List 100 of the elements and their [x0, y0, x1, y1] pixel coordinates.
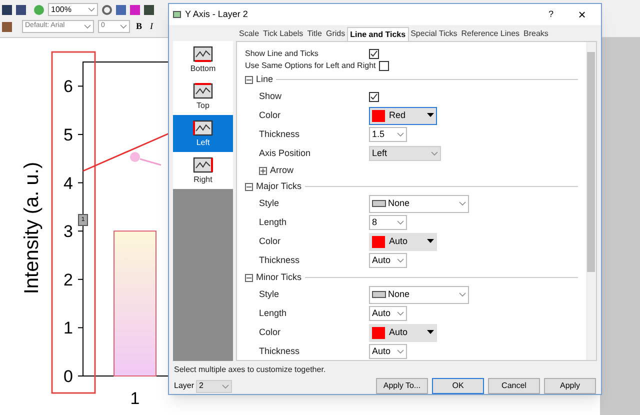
- y-tick-label: 3: [64, 222, 73, 242]
- combo-box[interactable]: Auto: [369, 344, 407, 359]
- field-label: Style: [259, 288, 280, 301]
- tab[interactable]: Title: [305, 27, 324, 41]
- caret-icon: [427, 330, 434, 335]
- axis-list-item[interactable]: Bottom: [173, 41, 233, 78]
- color-dropdown[interactable]: Red: [369, 106, 437, 124]
- y-tick-label: 0: [64, 367, 73, 386]
- tab[interactable]: Grids: [324, 27, 348, 41]
- data-point-marker: [129, 151, 163, 167]
- field-label: Color: [259, 234, 282, 248]
- chevron-icon: [397, 349, 404, 354]
- dialog-button[interactable]: Cancel: [488, 378, 540, 394]
- axis-icon: [192, 118, 214, 136]
- option-label: Show Line and Ticks: [245, 48, 320, 60]
- chevron-icon: [459, 292, 466, 297]
- style-dropdown[interactable]: None: [369, 194, 469, 212]
- scrollbar[interactable]: [586, 42, 596, 360]
- tick-style-icon: [372, 200, 386, 207]
- field-label: Thickness: [259, 344, 301, 358]
- group-title: Major Ticks: [256, 180, 302, 193]
- y-tick-label: 5: [64, 125, 73, 144]
- combo-box[interactable]: Auto: [369, 253, 407, 268]
- group-title: Line: [256, 72, 274, 86]
- field-label: Color: [259, 326, 282, 339]
- field-label: Arrow: [270, 164, 294, 178]
- x-tick-label: 1: [130, 389, 140, 408]
- dialog-button[interactable]: Apply: [544, 378, 596, 394]
- field-label: Length: [259, 216, 288, 229]
- tab[interactable]: Breaks: [522, 27, 550, 41]
- help-button[interactable]: ?: [539, 8, 563, 22]
- expand-icon[interactable]: [259, 167, 267, 175]
- tab[interactable]: Line and Ticks: [347, 27, 409, 41]
- chevron-icon: [397, 220, 404, 225]
- axis-icon: [192, 156, 214, 174]
- color-dropdown[interactable]: Auto: [369, 324, 437, 342]
- close-button[interactable]: ×: [567, 4, 597, 24]
- chevron-icon: [88, 7, 95, 12]
- chevron-icon: [431, 151, 438, 156]
- field-label: Thickness: [259, 254, 301, 267]
- dialog-button[interactable]: OK: [432, 378, 484, 394]
- field-label: Style: [259, 196, 280, 210]
- hint-text: Select multiple axes to customize together.: [173, 364, 327, 376]
- y-tick: 2: [64, 270, 84, 290]
- tab[interactable]: Scale: [237, 27, 262, 41]
- style-dropdown[interactable]: None: [369, 286, 469, 304]
- field-label: Thickness: [259, 128, 301, 141]
- chevron-icon: [84, 24, 91, 29]
- chevron-icon: [397, 258, 404, 263]
- axis-list-item[interactable]: Right: [173, 152, 233, 189]
- y-tick-label: 1: [64, 318, 73, 338]
- field-label: Show: [259, 90, 283, 103]
- dropdown[interactable]: Left: [369, 146, 441, 161]
- axis-icon: [192, 82, 214, 100]
- bold-button[interactable]: B: [134, 20, 144, 34]
- window-title: Y Axis - Layer 2: [185, 8, 249, 21]
- tab[interactable]: Special Ticks: [408, 27, 460, 41]
- collapse-icon[interactable]: [245, 76, 253, 84]
- chevron-icon: [397, 311, 404, 316]
- tick-style-icon: [372, 291, 386, 298]
- field-label: Axis Position: [259, 146, 312, 160]
- field-label: Color: [259, 108, 282, 122]
- caret-icon: [427, 113, 434, 118]
- combo-box[interactable]: Auto: [369, 306, 407, 321]
- dialog-button[interactable]: Apply To...: [376, 378, 428, 394]
- layer-label: Layer: [174, 380, 194, 392]
- tab[interactable]: Reference Lines: [459, 27, 522, 41]
- axis-list-item[interactable]: Top: [173, 78, 233, 115]
- layer-combo[interactable]: 2: [196, 380, 232, 392]
- chevron-icon: [222, 384, 230, 388]
- y-tick: 0: [64, 367, 84, 386]
- zoom-combo[interactable]: 100%: [48, 3, 98, 16]
- chevron-icon: [120, 24, 127, 29]
- italic-button[interactable]: I: [148, 20, 156, 34]
- checkbox[interactable]: [378, 61, 389, 71]
- collapse-icon[interactable]: [245, 182, 253, 190]
- tab[interactable]: Tick Labels: [261, 27, 306, 41]
- y-tick: 1: [64, 318, 84, 338]
- color-dropdown[interactable]: Auto: [369, 232, 437, 250]
- y-tick-label: 2: [64, 270, 73, 290]
- y-tick: 4: [64, 174, 84, 193]
- checkbox[interactable]: [369, 92, 379, 102]
- chevron-icon: [397, 132, 404, 137]
- option-label: Use Same Options for Left and Right: [245, 60, 376, 72]
- combo-box[interactable]: 8: [369, 215, 407, 230]
- collapse-icon[interactable]: [245, 274, 253, 282]
- field-label: Length: [259, 306, 288, 320]
- y-tick: 5: [64, 125, 84, 144]
- window-icon: [173, 11, 181, 18]
- combo-box[interactable]: 1.5: [369, 127, 407, 142]
- y-tick-label: 6: [64, 77, 73, 96]
- y-tick-label: 4: [64, 174, 73, 193]
- checkbox[interactable]: [369, 49, 379, 59]
- y-axis-title: Intensity (a. u.): [21, 162, 43, 294]
- chevron-icon: [459, 201, 466, 206]
- axis-list-item[interactable]: Left: [173, 115, 233, 152]
- group-title: Minor Ticks: [256, 270, 302, 284]
- caret-icon: [427, 239, 434, 244]
- axis-icon: [192, 44, 214, 62]
- y-tick: 6: [64, 77, 84, 96]
